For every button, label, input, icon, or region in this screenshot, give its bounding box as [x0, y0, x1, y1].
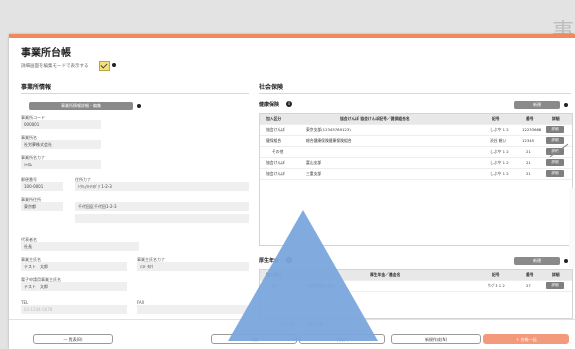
page-title: 事業所台帳: [21, 48, 71, 59]
health-add-button[interactable]: 新規: [514, 101, 560, 109]
office-name-field[interactable]: 社労夢株式会社: [21, 140, 101, 149]
table-row[interactable]: 協会けんぽ 三重支部 しぶや 1 2 21 詳細: [260, 169, 572, 180]
scrollbar[interactable]: [569, 188, 575, 268]
tel-field[interactable]: 03-1234-5678: [21, 305, 127, 314]
divider: [259, 93, 571, 94]
detail-button[interactable]: 詳細: [546, 126, 564, 133]
edit-mode-checkbox[interactable]: [99, 61, 110, 71]
info-icon: [112, 63, 116, 67]
office-info-heading: 事業所情報: [21, 84, 52, 91]
list-button[interactable]: 一 覧表(B): [33, 334, 113, 344]
social-insurance-heading: 社会保険: [259, 84, 284, 91]
info-icon: [564, 103, 568, 107]
table-header: 加入区分 協会けんぽ 協会けんぽ記号／健保組合名 記号 番号 詳細: [260, 114, 572, 125]
pension-add-button[interactable]: 新規: [514, 257, 560, 265]
detail-button[interactable]: 詳細: [546, 137, 564, 144]
address-line2-field[interactable]: [75, 214, 249, 223]
office-kana-field[interactable]: ｼｬﾛﾑ: [21, 160, 101, 169]
edit-mode-hint: 詳細画面を編集モードで表示する: [21, 64, 89, 69]
bulk-ledger-button[interactable]: ＋ 台帳一括: [483, 334, 569, 344]
table-row[interactable]: 協会けんぽ 富山支部 しぶや 1 2 21 詳細: [260, 158, 572, 169]
owner-name-field[interactable]: テスト 太郎: [21, 262, 127, 271]
office-edit-button[interactable]: 事業所情報詳細・編集: [29, 102, 133, 110]
table-row[interactable]: その他 しぶや 1 2 21 詳細: [260, 147, 572, 158]
detail-button[interactable]: 詳細: [546, 170, 564, 177]
representative-field[interactable]: 社長: [21, 242, 139, 251]
address-field[interactable]: 千代田区千代田1-2-3: [75, 202, 249, 211]
info-icon: [564, 259, 568, 263]
detail-button[interactable]: 詳細: [546, 159, 564, 166]
prefecture-field[interactable]: 東京都: [21, 202, 63, 211]
health-insurance-title: 健康保険: [259, 102, 280, 108]
postal-code-field[interactable]: 100-0001: [21, 182, 63, 191]
e-owner-name-field[interactable]: テスト 太郎: [21, 282, 127, 291]
table-row[interactable]: 健保組合 総合健康保険健康保険組合 渋谷 総い 12345 詳細: [260, 136, 572, 147]
new-create-button[interactable]: 新規作成(N): [391, 334, 481, 344]
info-icon: i: [286, 101, 292, 107]
divider: [21, 93, 249, 94]
info-icon: [137, 104, 141, 108]
table-row[interactable]: 協会けんぽ 東京支部(12345789123) しぶや 1 2 12233668…: [260, 125, 572, 136]
detail-button[interactable]: 詳細: [546, 282, 564, 289]
address-kana-field[interactable]: ﾄｳｷｮｳﾄﾁﾖﾀﾞｸ 1-2-3: [75, 182, 249, 191]
office-code-field[interactable]: 000001: [21, 120, 101, 129]
overlay-triangle: [228, 210, 378, 341]
